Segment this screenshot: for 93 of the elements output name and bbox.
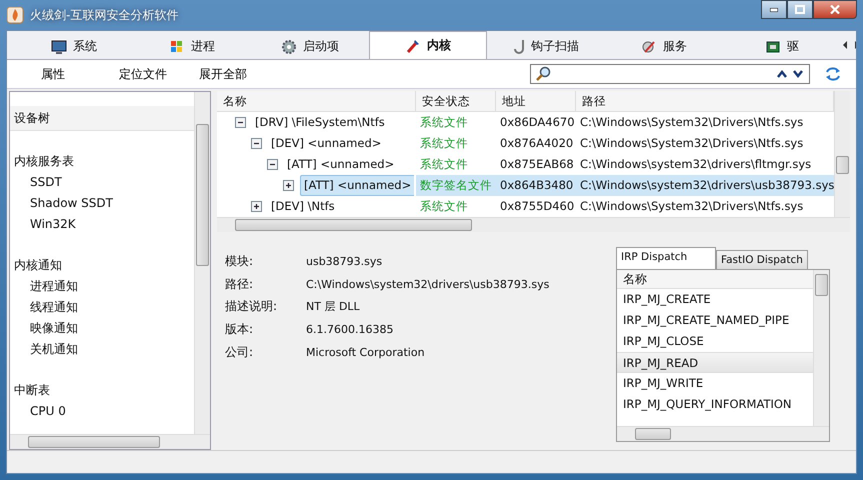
collapse-icon[interactable] bbox=[251, 138, 262, 149]
tree-node[interactable]: [DEV] \Ntfs bbox=[268, 197, 338, 216]
sidebar-item[interactable]: Shadow SSDT bbox=[10, 193, 194, 214]
table-cell: 数字签名文件 bbox=[416, 175, 496, 196]
minimize-button[interactable] bbox=[761, 0, 787, 19]
detail-label: 版本: bbox=[225, 320, 254, 338]
table-cell: 0x864B3480 bbox=[496, 175, 576, 196]
expand-icon[interactable] bbox=[251, 201, 262, 212]
table-cell-text: C:\Windows\System32\Drivers\Ntfs.sys bbox=[579, 135, 804, 152]
chip-icon bbox=[765, 38, 781, 54]
collapse-icon[interactable] bbox=[235, 117, 246, 128]
horizontal-scrollbar[interactable] bbox=[10, 434, 210, 449]
table-cell-text: 系统文件 bbox=[419, 114, 469, 131]
tree-node[interactable]: [ATT] <unnamed> bbox=[300, 175, 414, 196]
scroll-left-icon[interactable] bbox=[841, 40, 849, 50]
table-cell-text: C:\Windows\system32\drivers\fltmgr.sys bbox=[579, 156, 812, 173]
sidebar-header: 设备树 bbox=[10, 106, 194, 131]
list-item[interactable]: IRP_MJ_WRITE bbox=[617, 373, 813, 394]
column-header[interactable]: 地址 bbox=[496, 91, 576, 111]
detail-label: 路径: bbox=[225, 276, 254, 293]
list-item[interactable]: IRP_MJ_QUERY_INFORMATION bbox=[617, 394, 813, 415]
sidebar-item[interactable]: SSDT bbox=[10, 172, 194, 193]
detail-value: 6.1.7600.16385 bbox=[306, 322, 394, 336]
sidebar-item[interactable]: 映像通知 bbox=[10, 318, 194, 339]
sidebar-group-title: 中断表 bbox=[13, 382, 51, 399]
column-header[interactable]: 安全状态 bbox=[416, 91, 496, 111]
horizontal-scrollbar[interactable] bbox=[217, 217, 850, 232]
vertical-scrollbar[interactable] bbox=[834, 91, 850, 217]
hook-icon bbox=[513, 38, 525, 54]
horizontal-scrollbar[interactable] bbox=[617, 426, 829, 441]
table-cell-text: 0x875EAB68 bbox=[499, 156, 575, 173]
vertical-scrollbar[interactable] bbox=[194, 92, 210, 434]
sidebar-item[interactable]: 关机通知 bbox=[10, 339, 194, 360]
table-cell-text: C:\Windows\System32\Drivers\Ntfs.sys bbox=[579, 114, 804, 131]
flame-icon bbox=[6, 6, 24, 24]
minimize-icon bbox=[770, 8, 778, 12]
table-cell-text: 系统文件 bbox=[419, 135, 469, 152]
detail-value: usb38793.sys bbox=[306, 254, 382, 268]
detail-label: 公司: bbox=[225, 344, 254, 361]
detail-value: NT 层 DLL bbox=[306, 299, 360, 314]
search-icon bbox=[535, 66, 551, 82]
window-title: 火绒剑-互联网安全分析软件 bbox=[30, 6, 178, 24]
tab[interactable]: 进程 bbox=[133, 34, 251, 59]
tab[interactable]: 驱 bbox=[723, 34, 841, 59]
vertical-scrollbar[interactable] bbox=[813, 270, 829, 426]
search-field[interactable] bbox=[530, 64, 810, 84]
list-item[interactable]: IRP_MJ_CREATE_NAMED_PIPE bbox=[617, 310, 813, 331]
toolbar-button[interactable]: 属性 bbox=[25, 66, 101, 82]
toolbar-button[interactable]: 定位文件 bbox=[101, 66, 181, 82]
close-button[interactable] bbox=[813, 0, 857, 19]
column-header[interactable]: 名称 bbox=[617, 270, 813, 289]
close-icon bbox=[830, 5, 840, 14]
maximize-button[interactable] bbox=[787, 0, 813, 19]
detail-label: 模块: bbox=[225, 252, 254, 270]
detail-value: Microsoft Corporation bbox=[306, 346, 425, 359]
tab[interactable]: 服务 bbox=[605, 34, 723, 59]
list-item[interactable]: IRP_MJ_CREATE bbox=[617, 289, 813, 310]
tab[interactable]: 启动项 bbox=[251, 34, 369, 59]
table-cell-text: 0x876A4020 bbox=[499, 135, 574, 152]
table-cell-text: 0x8755D460 bbox=[499, 198, 576, 215]
table-cell-text: C:\Windows\System32\Drivers\Ntfs.sys bbox=[579, 198, 804, 215]
list-item[interactable]: IRP_MJ_CLOSE bbox=[617, 331, 813, 352]
maximize-icon bbox=[795, 5, 805, 14]
sidebar-item[interactable]: 线程通知 bbox=[10, 297, 194, 318]
tab[interactable]: 内核 bbox=[369, 31, 487, 59]
refresh-icon[interactable] bbox=[824, 66, 842, 82]
column-header[interactable]: 名称 bbox=[217, 91, 416, 111]
tab[interactable]: 系统 bbox=[15, 34, 133, 59]
detail-value: C:\Windows\system32\drivers\usb38793.sys bbox=[306, 278, 550, 291]
tab[interactable]: 钩子扫描 bbox=[487, 34, 605, 59]
sidebar-group-title: 内核服务表 bbox=[13, 153, 75, 170]
table-cell-text: 系统文件 bbox=[419, 198, 469, 215]
tree-node[interactable]: [DRV] \FileSystem\Ntfs bbox=[252, 113, 388, 132]
flag-icon bbox=[169, 38, 185, 54]
table-cell-text: 0x86DA4670 bbox=[499, 114, 576, 131]
sidebar-item[interactable]: CPU 0 bbox=[10, 401, 194, 422]
table-cell: C:\Windows\system32\drivers\usb38793.sys bbox=[576, 175, 834, 196]
detail-label: 描述说明: bbox=[225, 298, 278, 316]
sidebar-item[interactable]: Win32K bbox=[10, 214, 194, 235]
toolbar-button[interactable]: 展开全部 bbox=[181, 66, 261, 82]
tab[interactable]: IRP Dispatch bbox=[616, 247, 716, 269]
tree-node[interactable]: [ATT] <unnamed> bbox=[284, 155, 398, 174]
monitor-icon bbox=[51, 38, 67, 54]
sidebar-item[interactable]: 进程通知 bbox=[10, 276, 194, 297]
collapse-icon[interactable] bbox=[267, 159, 278, 170]
expand-icon[interactable] bbox=[283, 180, 294, 191]
wrench-icon bbox=[405, 38, 421, 54]
list-item[interactable]: IRP_MJ_READ bbox=[617, 352, 813, 373]
gear-icon bbox=[281, 38, 297, 54]
tab[interactable]: FastIO Dispatch bbox=[716, 250, 808, 269]
tree-node[interactable]: [DEV] <unnamed> bbox=[268, 134, 384, 153]
table-cell-text: 系统文件 bbox=[419, 156, 469, 173]
sidebar-group-title: 内核通知 bbox=[13, 257, 63, 274]
